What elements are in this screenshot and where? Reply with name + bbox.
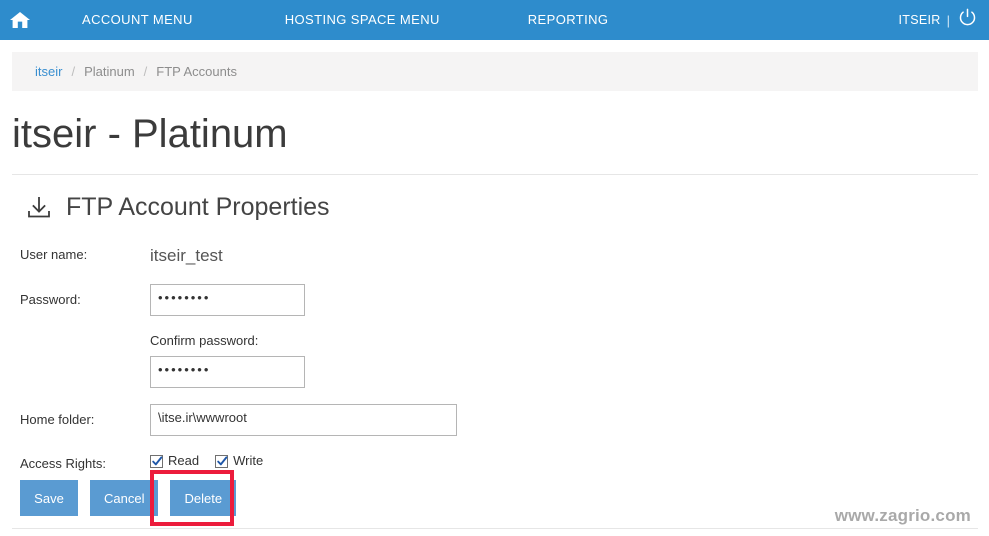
power-icon: [958, 8, 977, 32]
top-navigation-bar: ACCOUNT MENU HOSTING SPACE MENU REPORTIN…: [0, 0, 989, 40]
footer-divider: [12, 528, 978, 529]
download-icon: [24, 192, 54, 222]
confirm-password-label: Confirm password:: [150, 333, 259, 348]
form-row-password: Password: ••••••••: [0, 284, 989, 316]
nav-items: ACCOUNT MENU HOSTING SPACE MENU REPORTIN…: [40, 0, 899, 40]
breadcrumb-item-platinum[interactable]: Platinum: [84, 64, 135, 79]
section-header: FTP Account Properties: [24, 192, 330, 222]
password-label: Password:: [20, 292, 81, 307]
check-icon: [152, 455, 163, 465]
home-icon: [9, 10, 31, 30]
nav-item-hosting-space-menu[interactable]: HOSTING SPACE MENU: [267, 0, 458, 40]
nav-user-area: ITSEIR |: [899, 0, 989, 40]
access-rights-label: Access Rights:: [20, 456, 106, 471]
title-divider: [12, 174, 978, 175]
cancel-button[interactable]: Cancel: [90, 480, 159, 516]
home-folder-field-wrap: \itse.ir\wwwroot: [150, 404, 989, 436]
form-row-username: User name: itseir_test: [0, 246, 989, 266]
form-row-confirm-password: Confirm password: ••••••••: [0, 332, 989, 388]
form-action-buttons: Save Cancel Delete: [20, 480, 237, 516]
form-row-home-folder: Home folder: \itse.ir\wwwroot: [0, 404, 989, 436]
check-icon: [217, 455, 228, 465]
nav-item-reporting[interactable]: REPORTING: [510, 0, 627, 40]
home-button[interactable]: [0, 0, 40, 40]
checkbox-write-label: Write: [233, 453, 264, 468]
site-watermark: www.zagrio.com: [834, 506, 971, 525]
breadcrumb-separator: /: [71, 64, 76, 79]
username-value: itseir_test: [150, 246, 223, 265]
form-row-access-rights: Access Rights: Read Write: [0, 454, 989, 473]
breadcrumb-separator: /: [143, 64, 148, 79]
current-user-label[interactable]: ITSEIR: [899, 13, 941, 27]
confirm-password-field-wrap: Confirm password: ••••••••: [150, 332, 989, 388]
page-title: itseir - Platinum: [12, 112, 288, 156]
save-button[interactable]: Save: [20, 480, 78, 516]
checkbox-read[interactable]: Read: [150, 454, 199, 468]
checkbox-write-box[interactable]: [215, 454, 229, 468]
home-folder-input[interactable]: \itse.ir\wwwroot: [150, 404, 457, 436]
breadcrumb-item-itseir[interactable]: itseir: [35, 64, 62, 79]
nav-separator: |: [946, 12, 950, 28]
ftp-account-form: User name: itseir_test Password: •••••••…: [0, 246, 989, 473]
username-label: User name:: [20, 247, 88, 262]
access-rights-field-wrap: Read Write: [150, 454, 989, 468]
checkbox-read-label: Read: [168, 453, 200, 468]
confirm-password-input[interactable]: ••••••••: [150, 356, 305, 388]
home-folder-label: Home folder:: [20, 412, 95, 427]
delete-button[interactable]: Delete: [170, 480, 237, 516]
breadcrumb-item-ftp-accounts: FTP Accounts: [156, 64, 237, 79]
nav-item-account-menu[interactable]: ACCOUNT MENU: [64, 0, 211, 40]
access-rights-checkbox-group: Read Write: [150, 454, 989, 468]
password-input[interactable]: ••••••••: [150, 284, 305, 316]
logout-button[interactable]: [957, 8, 977, 32]
breadcrumb: itseir / Platinum / FTP Accounts: [12, 52, 978, 91]
checkbox-write[interactable]: Write: [215, 454, 263, 468]
checkbox-read-box[interactable]: [150, 454, 163, 468]
username-value-wrap: itseir_test: [150, 246, 989, 266]
password-field-wrap: ••••••••: [150, 284, 989, 316]
section-title: FTP Account Properties: [66, 192, 330, 221]
